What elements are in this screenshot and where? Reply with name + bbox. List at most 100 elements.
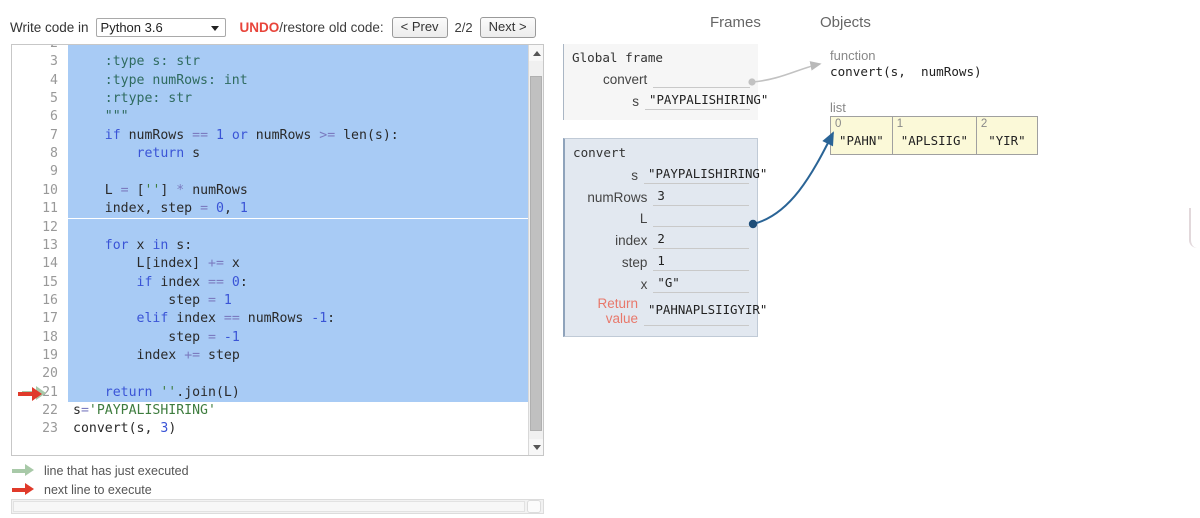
code-line-text: L[index] += x (68, 255, 528, 274)
variable-row: numRows 3 (573, 186, 749, 206)
code-line[interactable]: elif index == numRows -1: (68, 310, 528, 329)
restore-old-code-text: /restore old code: (279, 20, 384, 35)
line-number: 7 (50, 127, 58, 143)
prev-button[interactable]: < Prev (391, 17, 448, 38)
code-line[interactable]: for x in s: (68, 236, 528, 256)
objects-heading: Objects (820, 14, 871, 31)
list-cell: 0 "PAHN" (831, 117, 893, 154)
legend-label-just-executed: line that has just executed (44, 463, 189, 478)
line-number: 14 (42, 256, 58, 272)
variable-value: "PAYPALISHIRING" (644, 164, 767, 184)
code-line[interactable]: """ (68, 45, 528, 54)
code-line[interactable]: L[index] += x (68, 255, 528, 274)
code-line[interactable] (68, 365, 528, 384)
variable-value (653, 208, 749, 227)
variable-name: s (631, 168, 638, 183)
page-edge-artifact (1189, 208, 1200, 248)
code-pane[interactable]: """ :type s: str :type numRows: int :rty… (68, 45, 528, 455)
code-line-text: return ''.join(L) (68, 383, 528, 402)
variable-name: numRows (587, 190, 648, 205)
horizontal-scroll-thumb[interactable] (13, 501, 525, 512)
scroll-up-icon[interactable] (529, 45, 543, 61)
code-line-text: convert(s, 3) (73, 421, 177, 437)
line-number: 23 (42, 421, 58, 437)
code-line[interactable]: :rtype: str (68, 90, 528, 109)
line-number: 4 (50, 72, 58, 88)
code-line[interactable]: index += step (68, 346, 528, 366)
line-number: 6 (50, 109, 58, 125)
code-line-text: :rtype: str (68, 90, 528, 109)
execution-legend: line that has just executed next line to… (12, 461, 189, 499)
line-number: 5 (50, 91, 58, 107)
code-line-text: :type numRows: int (68, 71, 528, 91)
list-cell: 2 "YIR" (976, 117, 1037, 154)
resize-grip-icon[interactable] (527, 500, 541, 513)
code-line[interactable]: :type s: str (68, 53, 528, 72)
list-cell-index: 1 (896, 118, 904, 130)
code-line[interactable]: if index == 0: (68, 273, 528, 292)
language-select[interactable]: Python 3.6 (95, 18, 226, 37)
variable-row: step 1 (573, 251, 749, 271)
line-number: 9 (50, 164, 58, 180)
list-cell: 1 "APLSIIG" (892, 117, 977, 154)
code-line[interactable]: L = [''] * numRows (68, 181, 528, 201)
variable-value (653, 69, 750, 88)
code-line[interactable]: step = -1 (68, 328, 528, 347)
red-arrow-icon (18, 386, 44, 401)
connector-convert-to-function (751, 61, 822, 83)
object-type-label: list (830, 100, 846, 115)
variable-name: x (640, 277, 648, 292)
function-object: function convert(s, numRows) (830, 48, 982, 79)
line-number: 13 (42, 237, 58, 253)
variable-name: s (632, 94, 639, 109)
variable-row: s "PAYPALISHIRING" (572, 90, 768, 110)
list-cell-index: 0 (835, 118, 842, 130)
list-object: list 0 "PAHN" 1 "APLSIIG" 2 "YIR" (830, 100, 1038, 155)
scroll-down-icon[interactable] (529, 439, 543, 455)
code-line-text: step = 1 (68, 291, 528, 311)
code-line[interactable]: :type numRows: int (68, 71, 528, 91)
code-line[interactable] (68, 163, 528, 182)
vertical-scroll-thumb[interactable] (530, 76, 542, 431)
code-line[interactable]: index, step = 0, 1 (68, 200, 528, 219)
undo-link[interactable]: UNDO (240, 20, 280, 35)
code-line[interactable]: if numRows == 1 or numRows >= len(s): (68, 126, 528, 146)
python-tutor-visualizer: Write code in Python 3.6 UNDO/restore ol… (0, 0, 1200, 518)
code-line-text: """ (68, 108, 528, 127)
write-code-in-label: Write code in (10, 20, 89, 35)
variable-row: Return value "PAHNAPLSIIGYIR" (573, 295, 767, 326)
code-line[interactable]: """ (68, 108, 528, 127)
line-number: 11 (42, 201, 58, 217)
variable-row: L (573, 208, 749, 227)
code-line[interactable]: return s (68, 145, 528, 164)
next-button[interactable]: Next > (479, 17, 536, 38)
variable-row: s "PAYPALISHIRING" (573, 164, 767, 184)
variable-value: "PAYPALISHIRING" (645, 90, 768, 110)
code-line-text: elif index == numRows -1: (68, 310, 528, 329)
code-line[interactable]: return ''.join(L) (68, 383, 528, 402)
chevron-down-icon (210, 25, 219, 31)
code-line[interactable]: convert(s, 3) (68, 420, 528, 438)
code-line-text: L = [''] * numRows (68, 181, 528, 201)
list-cell-value: "PAHN" (839, 133, 884, 148)
step-counter: 2/2 (454, 20, 473, 35)
editor-vertical-scrollbar[interactable] (528, 45, 543, 455)
language-select-value: Python 3.6 (100, 20, 163, 35)
frame-title: Global frame (572, 50, 663, 65)
code-line[interactable]: step = 1 (68, 291, 528, 311)
variable-value: 1 (653, 251, 749, 271)
toolbar: Write code in Python 3.6 UNDO/restore ol… (10, 17, 536, 38)
variable-row: index 2 (573, 229, 749, 249)
page-horizontal-scrollbar[interactable] (11, 499, 544, 514)
stack-frame: Global frame convert s "PAYPALISHIRING" (563, 44, 768, 120)
line-number: 15 (42, 274, 58, 290)
code-line[interactable] (68, 218, 528, 237)
code-line[interactable]: s='PAYPALISHIRING' (68, 402, 528, 420)
variable-value: "PAHNAPLSIIGYIR" (644, 295, 767, 326)
undo-restore-label: UNDO/restore old code: (240, 20, 384, 35)
line-number: 18 (42, 329, 58, 345)
code-editor[interactable]: """ :type s: str :type numRows: int :rty… (11, 44, 544, 456)
line-number: 8 (50, 146, 58, 162)
legend-label-next-line: next line to execute (44, 482, 152, 497)
line-number: 12 (42, 219, 58, 235)
